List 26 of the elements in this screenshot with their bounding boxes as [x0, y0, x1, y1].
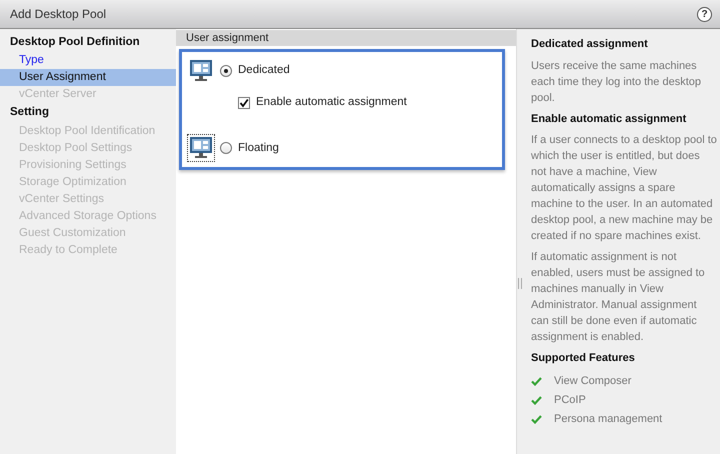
check-icon — [531, 414, 542, 424]
sidebar-item[interactable]: User Assignment — [0, 69, 176, 86]
help-button[interactable]: ? — [697, 6, 712, 22]
help-paragraph: If a user connects to a desktop pool to which the user is entitled, but does not have a machine, View automatically assigns a spare machine to the user. In an automated desktop pool, a new machine may be created if no spare machines exist. — [531, 133, 717, 244]
feature-label: Persona management — [554, 412, 662, 427]
help-paragraph: Users receive the same machines each time they log into the desktop pool. — [531, 58, 702, 106]
help-heading: Dedicated assignment — [531, 37, 649, 52]
option-label[interactable]: Floating — [238, 140, 279, 157]
window-title: Add Desktop Pool — [10, 6, 106, 23]
check-icon — [531, 396, 542, 404]
help-heading: Supported Features — [531, 351, 636, 366]
section-header: User assignment — [176, 30, 516, 46]
radio-button[interactable] — [220, 65, 232, 77]
checkbox[interactable] — [238, 96, 250, 109]
feature-label: PCoIP — [554, 392, 586, 408]
sidebar-item[interactable]: Type — [0, 52, 176, 70]
check-icon — [531, 376, 542, 386]
help-paragraph: If automatic assignment is not enabled, users must be assigned to machines manually in View Administrator. Manual assignment can still be done even if automatic assignment is enabled. — [531, 250, 706, 345]
radio-button[interactable] — [220, 142, 232, 154]
feature-label: View Composer — [554, 374, 632, 389]
checkbox-label[interactable]: Enable automatic assignment — [256, 94, 407, 112]
splitter-handle[interactable] — [518, 278, 522, 289]
option-label[interactable]: Dedicated — [238, 62, 290, 80]
help-heading: Enable automatic assignment — [531, 112, 688, 126]
section-heading: Desktop Pool Definition — [9, 35, 141, 50]
section-heading: Setting — [9, 105, 50, 120]
